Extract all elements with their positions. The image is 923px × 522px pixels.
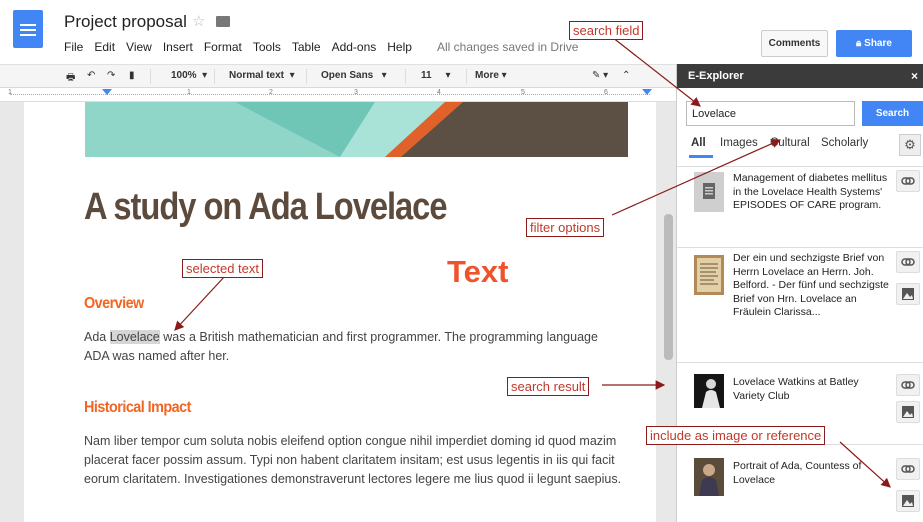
annotation-search-result: search result (507, 377, 590, 396)
annotation-search-field: search field (569, 21, 644, 40)
annotation-selected-text: selected text (182, 259, 263, 278)
screen: Project proposal ☆ File Edit View Insert… (0, 0, 923, 522)
annotation-filter-options: filter options (526, 218, 605, 237)
annotation-include: include as image or reference (646, 426, 826, 445)
annotation-text-label: Text (447, 254, 509, 289)
